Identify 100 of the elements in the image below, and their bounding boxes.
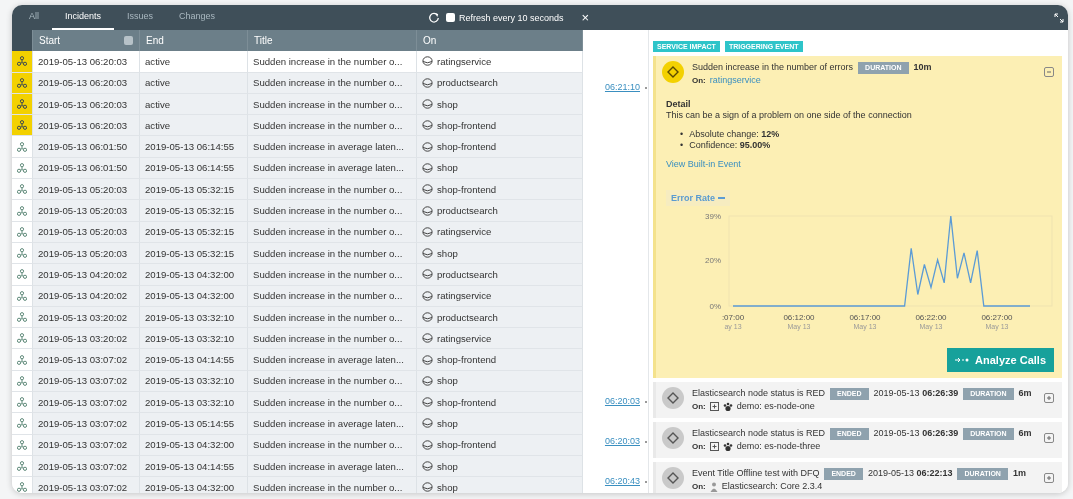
bullet-marker: •	[680, 129, 684, 140]
table-cell: 2019-05-13 04:14:55	[140, 455, 248, 478]
y-tick-label: 0%	[709, 302, 721, 311]
collapse-icon[interactable]	[1044, 67, 1054, 77]
table-cell: 2019-05-13 04:20:02	[33, 264, 140, 286]
tab[interactable]: Changes	[166, 5, 229, 30]
table-cell: 2019-05-13 03:32:10	[140, 370, 248, 393]
table-cell: 2019-05-13 04:32:00	[140, 285, 248, 307]
tab[interactable]: All	[16, 5, 52, 30]
table-cell: 2019-05-13 03:20:02	[33, 328, 140, 350]
column-header[interactable]: Title	[248, 30, 417, 52]
paw-icon	[722, 441, 733, 452]
end-time: 2019-05-13 06:22:13	[867, 467, 953, 480]
expand-box-icon[interactable]	[1044, 433, 1054, 443]
column-menu-icon[interactable]	[124, 36, 133, 46]
service-name: ratingservice	[437, 290, 492, 302]
detail-bullet: Absolute change: 12%	[689, 129, 780, 140]
table-cell: Sudden increase in the number o...	[248, 179, 417, 201]
time-link[interactable]: 06:21:10	[604, 82, 640, 92]
database-icon	[422, 162, 433, 173]
table-cell: active	[140, 115, 248, 137]
analyze-calls-button[interactable]: Analyze Calls	[947, 348, 1054, 372]
table-cell: Sudden increase in the number o...	[248, 306, 417, 329]
service-name: productsearch	[437, 205, 498, 216]
expand-box-icon[interactable]	[1044, 393, 1054, 403]
database-icon	[422, 354, 433, 365]
service-name: shop	[437, 98, 458, 110]
table-cell: 2019-05-13 06:14:55	[140, 157, 248, 180]
service-name: productsearch	[437, 77, 498, 89]
database-icon	[422, 184, 433, 195]
table-cell: 2019-05-13 04:14:55	[140, 349, 248, 371]
service-link[interactable]: ratingservice	[709, 74, 761, 87]
table-cell: 2019-05-13 03:32:10	[140, 328, 248, 350]
table-cell: Sudden increase in the number o...	[248, 328, 417, 350]
target-name: demo: es-node-one	[736, 400, 815, 413]
service-name: ratingservice	[437, 332, 492, 344]
table-cell: Sudden increase in the number o...	[248, 285, 417, 307]
column-header[interactable]: Start	[33, 30, 140, 52]
refresh-icon[interactable]	[428, 11, 440, 24]
table-cell: Sudden increase in the number o...	[248, 93, 417, 116]
tab[interactable]: Issues	[114, 5, 167, 30]
end-time: 2019-05-13 06:26:39	[873, 387, 959, 400]
table-cell: 2019-05-13 03:32:10	[140, 392, 248, 414]
column-header[interactable]: On	[417, 30, 583, 52]
table-cell: Sudden increase in average laten...	[248, 455, 417, 478]
duration-value: 10m	[913, 61, 932, 74]
plus-box-icon[interactable]	[709, 402, 719, 411]
database-icon	[422, 375, 433, 386]
table-cell: 2019-05-13 04:32:00	[140, 434, 248, 456]
column-header[interactable]: End	[140, 30, 248, 52]
database-icon	[422, 56, 433, 67]
table-cell: Sudden increase in average laten...	[248, 413, 417, 435]
database-icon	[422, 226, 433, 237]
table-cell: Sudden increase in the number o...	[248, 51, 417, 73]
close-button[interactable]: ×	[581, 10, 590, 25]
chart-legend[interactable]: Error Rate	[666, 190, 730, 206]
built-in-event-link[interactable]: View Built-in Event	[666, 159, 741, 170]
table-cell: 2019-05-13 05:14:55	[140, 413, 248, 435]
database-icon	[422, 397, 433, 408]
table-cell: 2019-05-13 06:01:50	[33, 136, 140, 158]
expand-box-icon[interactable]	[1044, 473, 1054, 483]
table-cell: 2019-05-13 06:20:03	[33, 51, 140, 73]
on-label: On:	[692, 481, 706, 493]
paw-icon	[722, 401, 733, 412]
table-cell: active	[140, 93, 248, 116]
table-cell: Sudden increase in the number o...	[248, 72, 417, 94]
y-tick-label: 39%	[704, 212, 721, 221]
table-cell: 2019-05-13 06:20:03	[33, 72, 140, 94]
table-cell: 2019-05-13 03:07:02	[33, 455, 140, 478]
service-name: shop-frontend	[437, 396, 497, 408]
refresh-checkbox[interactable]	[446, 13, 455, 22]
table-cell: 2019-05-13 03:07:02	[33, 349, 140, 371]
database-icon	[422, 290, 433, 301]
service-name: shop	[437, 460, 458, 472]
database-icon	[422, 418, 433, 429]
table-cell: 2019-05-13 04:20:02	[33, 285, 140, 307]
table-cell: 2019-05-13 03:07:02	[33, 392, 140, 414]
table-cell: 2019-05-13 03:32:10	[140, 306, 248, 329]
database-icon	[422, 461, 433, 472]
database-icon	[422, 141, 433, 152]
duration-value: 1m	[1012, 467, 1026, 480]
service-name: productsearch	[437, 311, 498, 323]
database-icon	[422, 120, 433, 131]
on-label: On:	[692, 401, 706, 413]
time-link[interactable]: 06:20:03	[604, 436, 640, 446]
table-cell: Sudden increase in the number o...	[248, 115, 417, 137]
table-cell: 2019-05-13 06:14:55	[140, 136, 248, 158]
service-name: shop-frontend	[437, 141, 497, 153]
table-cell: Sudden increase in the number o...	[248, 200, 417, 222]
expand-icon[interactable]	[1054, 12, 1064, 23]
time-link[interactable]: 06:20:43	[604, 476, 640, 486]
table-cell: Sudden increase in the number o...	[248, 264, 417, 286]
service-name: shop	[437, 418, 458, 429]
plus-box-icon[interactable]	[709, 442, 719, 451]
on-label: On:	[692, 441, 706, 453]
database-icon	[422, 205, 433, 216]
table-cell: 2019-05-13 06:01:50	[33, 157, 140, 180]
table-cell: 2019-05-13 05:20:03	[33, 179, 140, 201]
time-link[interactable]: 06:20:03	[604, 396, 640, 406]
table-cell: Sudden increase in average laten...	[248, 157, 417, 180]
